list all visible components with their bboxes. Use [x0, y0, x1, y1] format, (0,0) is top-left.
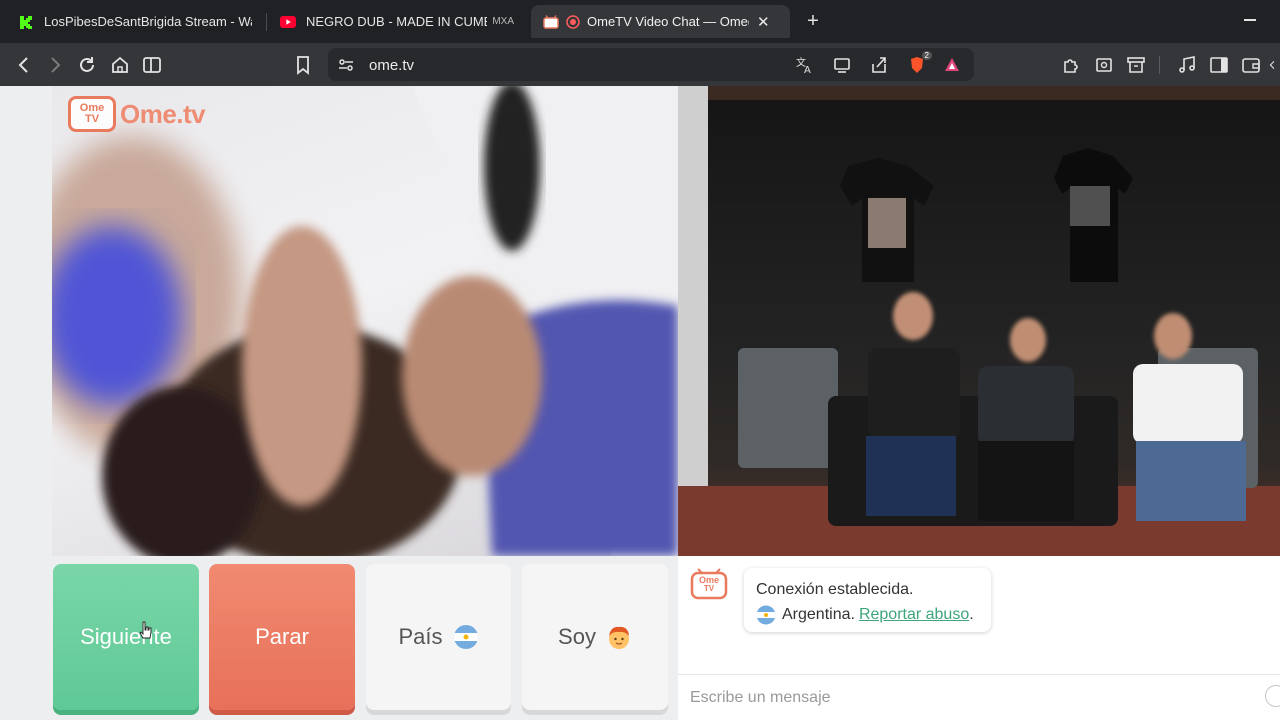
chevron-left-icon	[1269, 61, 1275, 69]
arrow-left-icon	[18, 57, 28, 73]
archive-icon	[1127, 57, 1145, 73]
forward-button[interactable]	[43, 53, 67, 77]
menu-button[interactable]	[1268, 53, 1280, 77]
logo-wordmark: Ome.tv	[120, 98, 206, 129]
site-info-icon[interactable]	[334, 53, 358, 77]
ometv-logo: Ome TV Ome.tv	[68, 96, 206, 132]
message-input[interactable]	[678, 675, 1238, 720]
toolbar-divider	[1159, 56, 1160, 74]
tab-kick-stream[interactable]: LosPibesDeSantBrigida Stream - Wat	[6, 5, 264, 38]
tab-label: NEGRO DUB - MADE IN CUMBIA	[306, 14, 488, 29]
wallet-button[interactable]	[1239, 53, 1263, 77]
stranger-country-text: Argentina.	[782, 606, 855, 623]
chat-panel: Ome TV Conexión establecida. Argentina. …	[678, 556, 1280, 720]
ometv-icon	[543, 14, 559, 30]
tv-logo-icon: Ome TV	[68, 96, 116, 132]
media-button[interactable]	[1175, 53, 1199, 77]
minimize-window-button[interactable]	[1244, 19, 1256, 21]
avatar-bottom-text: TV	[703, 584, 715, 593]
brave-shields-icon[interactable]: 2	[905, 51, 932, 77]
wallet-icon	[1242, 58, 1260, 73]
ometv-avatar-icon: Ome TV	[690, 568, 728, 600]
stranger-country-row: Argentina. Reportar abuso.	[756, 602, 979, 627]
next-button-label: Siguiente	[80, 624, 172, 649]
split-view-icon	[143, 57, 161, 73]
self-video	[678, 86, 1280, 556]
message-input-area	[678, 674, 1280, 720]
puzzle-icon	[1064, 59, 1078, 73]
screenshot-icon	[1096, 58, 1112, 72]
tab-label: LosPibesDeSantBrigida Stream - Wat	[44, 14, 252, 29]
wallet-archive-button[interactable]	[1124, 53, 1148, 77]
browser-toolbar: ome.tv 文A 2	[0, 43, 1280, 86]
reload-icon	[80, 57, 94, 72]
reload-button[interactable]	[75, 53, 99, 77]
tab-label-suffix: MXA	[492, 16, 514, 27]
mouse-hand-cursor-icon	[139, 621, 152, 639]
gender-button-label: Soy	[558, 624, 596, 649]
argentina-flag-icon	[453, 624, 479, 650]
home-icon	[112, 56, 128, 73]
close-tab-icon[interactable]: ✕	[757, 13, 770, 31]
report-link-period: .	[969, 606, 974, 623]
sidebar-toggle-button[interactable]	[140, 53, 164, 77]
bookmark-icon	[297, 56, 309, 75]
country-button-label: País	[398, 624, 443, 649]
music-note-icon	[1179, 56, 1195, 73]
stop-button[interactable]: Parar	[209, 564, 355, 710]
tab-youtube-negro-dub[interactable]: NEGRO DUB - MADE IN CUMBIA MXA	[268, 5, 526, 38]
tab-separator	[266, 13, 267, 31]
home-button[interactable]	[108, 53, 132, 77]
report-abuse-link[interactable]: Reportar abuso	[859, 606, 969, 623]
argentina-flag-icon	[756, 605, 776, 624]
youtube-icon	[280, 14, 296, 30]
extensions-button[interactable]	[1060, 53, 1084, 77]
cast-icon[interactable]	[830, 53, 854, 77]
ometv-page: Ome TV Ome.tv Siguiente Parar País Soy O…	[0, 86, 1280, 720]
connection-status-text: Conexión establecida.	[756, 581, 914, 598]
gender-filter-button[interactable]: Soy	[522, 564, 668, 710]
stop-button-label: Parar	[255, 624, 309, 649]
kick-icon	[18, 14, 34, 30]
sidebar-button[interactable]	[1207, 53, 1231, 77]
sidebar-icon	[1210, 57, 1228, 73]
address-bar[interactable]: ome.tv 文A 2	[328, 48, 974, 81]
browser-tab-strip: LosPibesDeSantBrigida Stream - Wat NEGRO…	[0, 0, 1280, 43]
self-video-frame	[678, 86, 1280, 556]
boy-face-icon	[606, 624, 632, 650]
stranger-video-frame	[52, 86, 678, 556]
next-button[interactable]: Siguiente	[53, 564, 199, 710]
arrow-right-icon	[51, 57, 61, 73]
bookmark-button[interactable]	[291, 53, 315, 77]
svg-text:A: A	[804, 65, 811, 75]
tab-ometv[interactable]: OmeTV Video Chat — Omegl ✕	[531, 5, 790, 38]
emoji-picker-icon[interactable]	[1265, 685, 1280, 707]
new-tab-button[interactable]: +	[802, 9, 824, 33]
url-text: ome.tv	[369, 57, 415, 74]
share-icon[interactable]	[867, 53, 891, 77]
recording-icon	[565, 14, 581, 30]
screenshot-button[interactable]	[1092, 53, 1116, 77]
country-filter-button[interactable]: País	[366, 564, 511, 710]
shield-count-badge: 2	[921, 51, 932, 60]
translate-icon[interactable]: 文A	[793, 53, 817, 77]
back-button[interactable]	[12, 53, 36, 77]
system-message-bubble: Conexión establecida. Argentina. Reporta…	[744, 568, 991, 632]
stranger-video: Ome TV Ome.tv	[52, 86, 678, 556]
tab-label: OmeTV Video Chat — Omegl	[587, 14, 749, 29]
logo-tv-bottom-text: TV	[84, 113, 100, 125]
brave-rewards-icon[interactable]	[940, 53, 964, 77]
